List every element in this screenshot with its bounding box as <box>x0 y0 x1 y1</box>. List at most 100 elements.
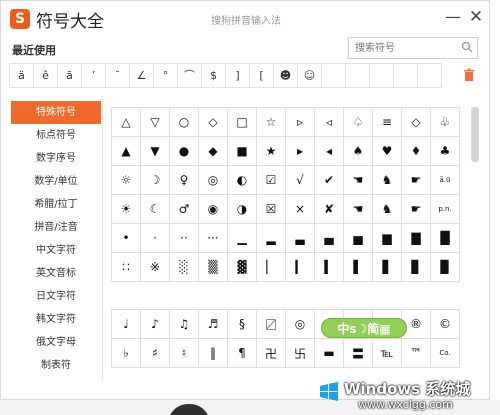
symbol-cell[interactable]: ◎ <box>286 310 315 339</box>
symbol-cell[interactable]: ☾ <box>141 195 170 224</box>
symbol-cell[interactable]: ·· <box>170 224 199 253</box>
symbol-cell[interactable]: ▁ <box>228 224 257 253</box>
recent-symbol-cell[interactable]: [ <box>249 63 274 88</box>
sidebar-item-3[interactable]: 数学/单位 <box>11 170 101 193</box>
symbol-cell[interactable]: ♬ <box>199 310 228 339</box>
recent-symbol-cell[interactable]: ˘ <box>105 63 130 88</box>
symbol-cell[interactable]: ☑ <box>257 166 286 195</box>
recent-symbol-cell[interactable]: $ <box>201 63 226 88</box>
symbol-cell[interactable]: ♦ <box>402 137 431 166</box>
sidebar-item-11[interactable]: 制表符 <box>11 354 101 377</box>
symbol-cell[interactable]: ♂ <box>170 195 199 224</box>
symbol-cell[interactable]: □ <box>228 108 257 137</box>
symbol-cell[interactable]: ░ <box>170 253 199 282</box>
symbol-cell[interactable]: p.n. <box>431 195 460 224</box>
symbol-cell[interactable]: √ <box>286 166 315 195</box>
symbol-cell[interactable]: ▂ <box>257 224 286 253</box>
symbol-cell[interactable]: × <box>286 195 315 224</box>
symbol-cell[interactable]: ▇ <box>402 224 431 253</box>
sidebar-item-5[interactable]: 拼音/注音 <box>11 216 101 239</box>
symbol-cell[interactable]: ▽ <box>141 108 170 137</box>
symbol-cell[interactable]: ☽ <box>141 166 170 195</box>
symbol-cell[interactable]: ☛ <box>402 166 431 195</box>
symbol-cell[interactable]: ◆ <box>199 137 228 166</box>
recent-symbol-cell[interactable]: ä <box>9 63 34 88</box>
symbol-cell[interactable]: 〓 <box>344 339 373 368</box>
search-box[interactable] <box>348 37 478 59</box>
symbol-cell[interactable]: ♞ <box>373 166 402 195</box>
symbol-cell[interactable]: ▬ <box>315 339 344 368</box>
symbol-cell[interactable]: ▒ <box>199 253 228 282</box>
symbol-cell[interactable]: ☛ <box>402 195 431 224</box>
symbol-cell[interactable]: ★ <box>257 137 286 166</box>
sidebar-item-8[interactable]: 日文字符 <box>11 285 101 308</box>
symbol-cell[interactable]: ✘ <box>315 195 344 224</box>
symbol-cell[interactable]: ▏ <box>257 253 286 282</box>
symbol-cell[interactable]: ※ <box>141 253 170 282</box>
close-button[interactable]: ✕ <box>467 7 485 27</box>
symbol-cell[interactable]: ♩ <box>112 310 141 339</box>
symbol-cell[interactable]: ♭ <box>112 339 141 368</box>
symbol-cell[interactable]: ▼ <box>141 137 170 166</box>
symbol-cell[interactable]: ♀ <box>170 166 199 195</box>
symbol-cell[interactable]: ● <box>170 137 199 166</box>
symbol-cell[interactable]: ▆ <box>373 224 402 253</box>
symbol-cell[interactable]: ♮ <box>170 339 199 368</box>
recent-symbol-cell[interactable] <box>417 63 442 88</box>
sidebar-item-2[interactable]: 数字序号 <box>11 147 101 170</box>
symbol-cell[interactable]: Co. <box>431 339 460 368</box>
symbol-cell[interactable]: ☒ <box>257 195 286 224</box>
trash-icon[interactable] <box>463 68 475 82</box>
symbol-cell[interactable]: ▸ <box>286 137 315 166</box>
recent-symbol-cell[interactable]: ] <box>225 63 250 88</box>
search-input[interactable] <box>349 38 457 58</box>
symbol-cell[interactable]: ☚ <box>344 166 373 195</box>
symbol-cell[interactable]: ≡ <box>373 108 402 137</box>
symbol-cell[interactable]: ♞ <box>373 195 402 224</box>
sidebar-item-10[interactable]: 俄文字母 <box>11 331 101 354</box>
symbol-cell[interactable]: ▅ <box>344 224 373 253</box>
symbol-cell[interactable]: ℡ <box>373 339 402 368</box>
recent-symbol-cell[interactable]: ☻ <box>273 63 298 88</box>
recent-symbol-cell[interactable]: ° <box>153 63 178 88</box>
scrollbar-thumb[interactable] <box>471 107 479 162</box>
recent-symbol-cell[interactable] <box>369 63 394 88</box>
symbol-cell[interactable]: ▲ <box>112 137 141 166</box>
sidebar-item-1[interactable]: 标点符号 <box>11 124 101 147</box>
symbol-cell[interactable]: ♣ <box>431 137 460 166</box>
symbol-cell[interactable]: 卍 <box>257 339 286 368</box>
search-icon[interactable] <box>461 41 473 53</box>
symbol-cell[interactable]: ▍ <box>315 253 344 282</box>
symbol-cell[interactable]: △ <box>112 108 141 137</box>
symbol-cell[interactable]: ▎ <box>286 253 315 282</box>
symbol-cell[interactable]: ♫ <box>170 310 199 339</box>
symbol-cell[interactable]: · <box>141 224 170 253</box>
symbol-cell[interactable]: ☆ <box>257 108 286 137</box>
symbol-cell[interactable]: ▄ <box>315 224 344 253</box>
symbol-cell[interactable]: ▋ <box>373 253 402 282</box>
symbol-cell[interactable]: ◑ <box>228 195 257 224</box>
recent-symbol-cell[interactable]: ã <box>57 63 82 88</box>
symbol-cell[interactable]: █ <box>431 224 460 253</box>
symbol-cell[interactable]: ā.ū <box>431 166 460 195</box>
recent-symbol-cell[interactable]: ê <box>33 63 58 88</box>
symbol-cell[interactable]: ▉ <box>431 253 460 282</box>
symbol-cell[interactable]: ◇ <box>402 108 431 137</box>
symbol-cell[interactable]: ▹ <box>286 108 315 137</box>
symbol-cell[interactable]: ◎ <box>199 166 228 195</box>
symbol-cell[interactable]: ◉ <box>199 195 228 224</box>
symbol-cell[interactable]: ¶ <box>228 339 257 368</box>
symbol-cell[interactable]: ◇ <box>199 108 228 137</box>
symbol-cell[interactable]: ◃ <box>315 108 344 137</box>
symbol-cell[interactable]: 〼 <box>257 310 286 339</box>
symbol-cell[interactable]: ♤ <box>344 108 373 137</box>
symbol-cell[interactable]: § <box>228 310 257 339</box>
sidebar-item-7[interactable]: 英文音标 <box>11 262 101 285</box>
recent-symbol-cell[interactable]: ⌒ <box>177 63 202 88</box>
recent-symbol-cell[interactable] <box>393 63 418 88</box>
sidebar-item-4[interactable]: 希腊/拉丁 <box>11 193 101 216</box>
symbol-cell[interactable]: ♯ <box>141 339 170 368</box>
symbol-cell[interactable]: ✔ <box>315 166 344 195</box>
symbol-cell[interactable]: ♪ <box>141 310 170 339</box>
sidebar-item-6[interactable]: 中文字符 <box>11 239 101 262</box>
